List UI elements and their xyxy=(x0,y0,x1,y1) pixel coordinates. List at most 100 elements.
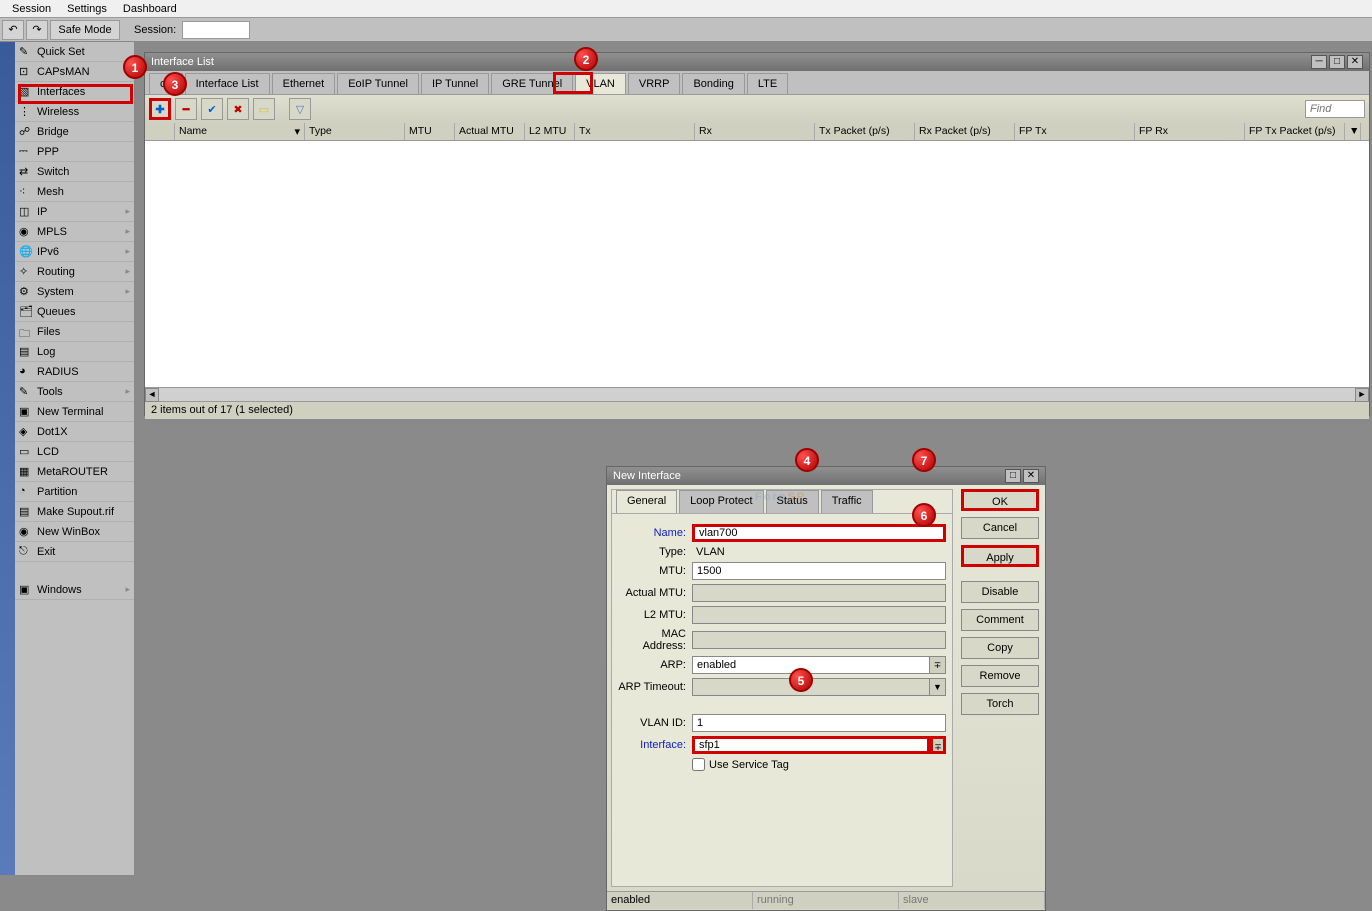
column-header[interactable]: Rx Packet (p/s) xyxy=(915,123,1015,140)
sidebar-label: LCD xyxy=(37,446,59,458)
dialog-tab-general[interactable]: General xyxy=(616,490,677,513)
use-service-tag-checkbox[interactable] xyxy=(692,758,705,771)
dialog-close-button[interactable]: ✕ xyxy=(1023,469,1039,483)
sidebar-item-mesh[interactable]: ⁖Mesh xyxy=(15,182,134,202)
dialog-tab-loop-protect[interactable]: Loop Protect xyxy=(679,490,763,513)
vlanid-input[interactable] xyxy=(692,714,946,732)
dialog-titlebar[interactable]: New Interface □ ✕ xyxy=(607,467,1045,485)
sidebar-item-wireless[interactable]: ⋮Wireless xyxy=(15,102,134,122)
disable-button[interactable]: ✖ xyxy=(227,98,249,120)
column-header[interactable]: Tx Packet (p/s) xyxy=(815,123,915,140)
maximize-button[interactable]: □ xyxy=(1329,55,1345,69)
sidebar-item-metarouter[interactable]: ▦MetaROUTER xyxy=(15,462,134,482)
menu-session[interactable]: Session xyxy=(4,1,59,17)
cancel-button[interactable]: Cancel xyxy=(961,517,1039,539)
dialog-tab-traffic[interactable]: Traffic xyxy=(821,490,873,513)
sidebar-item-mpls[interactable]: ◉MPLS▸ xyxy=(15,222,134,242)
sidebar-item-make-supout.rif[interactable]: ▤Make Supout.rif xyxy=(15,502,134,522)
add-button[interactable]: ✚ xyxy=(149,98,171,120)
sidebar-label: Make Supout.rif xyxy=(37,506,114,518)
remove-button[interactable]: ━ xyxy=(175,98,197,120)
tab-lte[interactable]: LTE xyxy=(747,73,788,94)
sidebar-item-switch[interactable]: ⇄Switch xyxy=(15,162,134,182)
column-header[interactable]: MTU xyxy=(405,123,455,140)
tab-interface-list[interactable]: Interface List xyxy=(185,73,270,94)
sidebar-item-tools[interactable]: ✎Tools▸ xyxy=(15,382,134,402)
safe-mode-button[interactable]: Safe Mode xyxy=(50,20,120,40)
menu-dashboard[interactable]: Dashboard xyxy=(115,1,185,17)
menu-settings[interactable]: Settings xyxy=(59,1,115,17)
column-header[interactable]: FP Tx Packet (p/s) xyxy=(1245,123,1345,140)
interface-dropdown[interactable]: ∓ xyxy=(930,736,946,754)
window-titlebar[interactable]: Interface List ─ □ ✕ xyxy=(145,53,1369,71)
close-button[interactable]: ✕ xyxy=(1347,55,1363,69)
arp-input[interactable] xyxy=(692,656,930,674)
column-header[interactable]: Type xyxy=(305,123,405,140)
column-header[interactable]: Name ▾ xyxy=(175,123,305,140)
column-header[interactable] xyxy=(145,123,175,140)
sidebar-item-routing[interactable]: ✧Routing▸ xyxy=(15,262,134,282)
tab-ip-tunnel[interactable]: IP Tunnel xyxy=(421,73,489,94)
sidebar-item-dot1x[interactable]: ◈Dot1X xyxy=(15,422,134,442)
column-header[interactable]: Actual MTU xyxy=(455,123,525,140)
dialog-tab-status[interactable]: Status xyxy=(766,490,819,513)
remove-dlg-button[interactable]: Remove xyxy=(961,665,1039,687)
dialog-restore-button[interactable]: □ xyxy=(1005,469,1021,483)
column-header[interactable]: Rx xyxy=(695,123,815,140)
column-menu[interactable]: ▼ xyxy=(1345,123,1361,140)
sidebar-label: System xyxy=(37,286,74,298)
torch-button[interactable]: Torch xyxy=(961,693,1039,715)
sidebar-item-files[interactable]: 🗀Files xyxy=(15,322,134,342)
column-header[interactable]: FP Rx xyxy=(1135,123,1245,140)
undo-button[interactable]: ↶ xyxy=(2,20,24,40)
column-header[interactable]: Tx xyxy=(575,123,695,140)
tab-eoip-tunnel[interactable]: EoIP Tunnel xyxy=(337,73,419,94)
comment-button[interactable]: ▭ xyxy=(253,98,275,120)
sidebar-item-system[interactable]: ⚙System▸ xyxy=(15,282,134,302)
apply-button[interactable]: Apply xyxy=(961,545,1039,567)
sidebar-item-ip[interactable]: ◫IP▸ xyxy=(15,202,134,222)
arp-timeout-dropdown[interactable]: ▼ xyxy=(930,678,946,696)
sidebar-item-radius[interactable]: ◕RADIUS xyxy=(15,362,134,382)
sidebar-icon: ◫ xyxy=(19,205,33,219)
tab-bonding[interactable]: Bonding xyxy=(682,73,744,94)
disable-dlg-button[interactable]: Disable xyxy=(961,581,1039,603)
copy-button[interactable]: Copy xyxy=(961,637,1039,659)
find-input[interactable] xyxy=(1305,100,1365,118)
comment-dlg-button[interactable]: Comment xyxy=(961,609,1039,631)
interface-input[interactable] xyxy=(692,736,930,754)
tab-vrrp[interactable]: VRRP xyxy=(628,73,681,94)
sidebar-item-capsman[interactable]: ⊡CAPsMAN xyxy=(15,62,134,82)
sidebar: ✎Quick Set⊡CAPsMAN▧Interfaces⋮Wireless☍B… xyxy=(15,42,135,875)
sidebar-item-bridge[interactable]: ☍Bridge xyxy=(15,122,134,142)
redo-button[interactable]: ↷ xyxy=(26,20,48,40)
marker-2: 2 xyxy=(574,47,598,71)
filter-button[interactable]: ▽ xyxy=(289,98,311,120)
h-scrollbar[interactable]: ◄ ► xyxy=(145,387,1369,401)
sidebar-item-partition[interactable]: ◔Partition xyxy=(15,482,134,502)
tab-ethernet[interactable]: Ethernet xyxy=(272,73,336,94)
sidebar-icon: ⋮ xyxy=(19,105,33,119)
sidebar-item-windows[interactable]: ▣Windows▸ xyxy=(15,580,134,600)
interface-list-content[interactable] xyxy=(145,141,1369,387)
enable-button[interactable]: ✔ xyxy=(201,98,223,120)
ok-button[interactable]: OK xyxy=(961,489,1039,511)
sidebar-icon: ◉ xyxy=(19,525,33,539)
session-input[interactable] xyxy=(182,21,250,39)
sidebar-item-exit[interactable]: ⎋Exit xyxy=(15,542,134,562)
name-input[interactable] xyxy=(692,524,946,542)
sidebar-item-ppp[interactable]: ⎓PPP xyxy=(15,142,134,162)
sidebar-item-ipv6[interactable]: 🌐IPv6▸ xyxy=(15,242,134,262)
sidebar-item-queues[interactable]: 🗂Queues xyxy=(15,302,134,322)
sidebar-item-log[interactable]: ▤Log xyxy=(15,342,134,362)
sidebar-item-quick-set[interactable]: ✎Quick Set xyxy=(15,42,134,62)
dialog-status: enabled running slave xyxy=(607,891,1045,909)
minimize-button[interactable]: ─ xyxy=(1311,55,1327,69)
column-header[interactable]: FP Tx xyxy=(1015,123,1135,140)
sidebar-item-new-winbox[interactable]: ◉New WinBox xyxy=(15,522,134,542)
arp-dropdown[interactable]: ∓ xyxy=(930,656,946,674)
mtu-input[interactable] xyxy=(692,562,946,580)
sidebar-item-new-terminal[interactable]: ▣New Terminal xyxy=(15,402,134,422)
sidebar-item-lcd[interactable]: ▭LCD xyxy=(15,442,134,462)
column-header[interactable]: L2 MTU xyxy=(525,123,575,140)
